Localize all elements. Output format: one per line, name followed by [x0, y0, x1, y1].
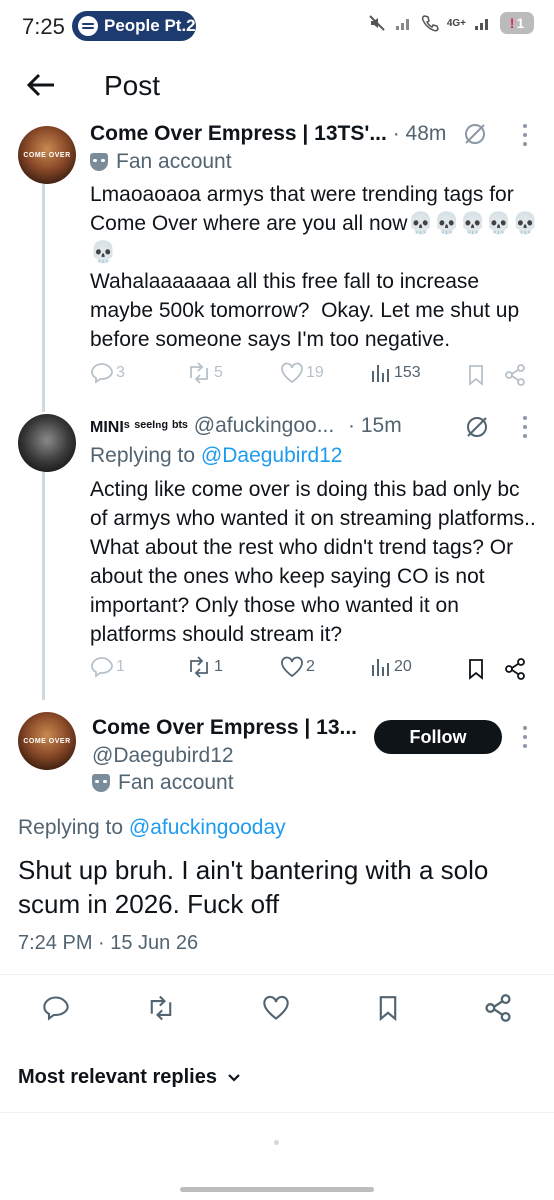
display-name[interactable]: Come Over Empress | 13TS'... [90, 122, 387, 145]
tweet-text: Acting like come over is doing this bad … [90, 478, 536, 646]
like-count: 2 [306, 658, 315, 675]
post-actions [0, 994, 554, 1024]
network-type: 4G+ [446, 17, 466, 29]
fan-account-badge: Fan account [92, 771, 234, 795]
battery-level: 1 [516, 15, 525, 31]
handle[interactable]: @Daegubird12 [92, 744, 234, 767]
follow-button[interactable]: Follow [374, 720, 502, 754]
views-button[interactable]: 20 [370, 656, 412, 678]
like-button[interactable]: 19 [280, 362, 324, 384]
sort-label: Most relevant replies [18, 1066, 217, 1088]
grok-icon[interactable] [464, 414, 490, 440]
avatar[interactable]: COME OVER [18, 126, 76, 184]
main-post-handle: @Daegubird12 [92, 744, 234, 768]
replying-to: Replying to @afuckingooday [18, 816, 286, 840]
avatar[interactable] [18, 414, 76, 472]
display-name[interactable]: Come Over Empress | 13... [92, 716, 357, 739]
app-header: Post [0, 52, 554, 120]
reply-count: 3 [116, 364, 125, 381]
now-playing-pill[interactable]: People Pt.2 [72, 11, 196, 41]
reply-icon [91, 657, 113, 678]
share-icon[interactable] [504, 658, 526, 680]
views-icon [372, 365, 389, 382]
tweet-header: Come Over Empress | 13TS'... · 48m [90, 122, 446, 146]
mask-icon [92, 774, 110, 792]
signal-icon [395, 19, 409, 30]
post-timestamp: 7:24 PM · 15 Jun 26 [18, 932, 199, 954]
avatar-label: COME OVER [23, 738, 71, 745]
tweet-text: Lmaoaoaoa armys that were trending tags … [90, 183, 539, 351]
signal-icon-2 [475, 19, 488, 30]
divider [0, 974, 554, 975]
replying-to: Replying to @Daegubird12 [90, 444, 342, 468]
avatar[interactable]: COME OVER [18, 712, 76, 770]
views-icon [372, 659, 389, 676]
share-icon[interactable] [484, 994, 512, 1022]
call-icon [421, 15, 439, 32]
status-time: 7:25 [22, 14, 65, 39]
now-playing-label: People Pt.2 [104, 16, 196, 35]
reply-icon [91, 363, 113, 384]
bookmark-icon[interactable] [466, 658, 486, 680]
reply-button[interactable]: 1 [90, 656, 125, 678]
repost-icon[interactable] [146, 994, 176, 1022]
bookmark-icon[interactable] [466, 364, 486, 386]
handle[interactable]: @afuckingoo... [194, 414, 334, 437]
reply-count: 1 [116, 658, 125, 675]
like-count: 19 [306, 364, 324, 381]
tweet-time: · 15m [348, 414, 402, 437]
reply-icon[interactable] [42, 994, 70, 1022]
divider [0, 1112, 554, 1113]
repost-button[interactable]: 5 [186, 362, 223, 384]
fan-account-badge: Fan account [90, 150, 232, 174]
post-text: Shut up bruh. I ain't bantering with a s… [18, 855, 489, 919]
repost-button[interactable]: 1 [186, 656, 223, 678]
more-options-icon[interactable] [522, 416, 528, 438]
like-button[interactable]: 2 [280, 656, 315, 678]
mask-icon [90, 153, 108, 171]
status-bar: 7:25 People Pt.2 4G+ ! 1 [0, 0, 554, 52]
badge-label: Fan account [116, 150, 232, 173]
replying-to-link[interactable]: @afuckingooday [129, 816, 286, 839]
thread-connector [42, 184, 45, 412]
badge-label: Fan account [118, 771, 234, 794]
repost-count: 1 [214, 658, 223, 675]
views-button[interactable]: 153 [370, 362, 421, 384]
display-name[interactable]: MINIˢ ˢᵉᵉᴵⁿᵍ ᵇᵗˢ [90, 419, 188, 436]
like-icon [281, 362, 303, 384]
main-post-name: Come Over Empress | 13... [92, 716, 357, 740]
views-count: 153 [394, 364, 421, 381]
avatar-label: COME OVER [23, 152, 71, 159]
bookmark-icon[interactable] [376, 994, 400, 1022]
mute-icon [369, 15, 385, 31]
back-arrow-icon[interactable] [24, 68, 58, 102]
repost-icon [190, 362, 208, 384]
spotify-icon [78, 16, 98, 36]
repost-icon [190, 656, 208, 678]
reply-button[interactable]: 3 [90, 362, 125, 384]
grok-icon[interactable] [462, 121, 488, 147]
more-options-icon[interactable] [522, 726, 528, 748]
tweet-actions: 3 5 19 153 [90, 362, 530, 392]
replies-sort-dropdown[interactable]: Most relevant replies [18, 1066, 241, 1089]
tweet-time: · 48m [392, 122, 447, 145]
thread-connector [42, 472, 45, 700]
replying-prefix: Replying to [18, 816, 124, 839]
tweet-actions: 1 1 2 20 [90, 656, 530, 686]
tweet-header: MINIˢ ˢᵉᵉᴵⁿᵍ ᵇᵗˢ @afuckingoo... · 15m [90, 414, 402, 438]
share-icon[interactable] [504, 364, 526, 386]
replying-to-link[interactable]: @Daegubird12 [201, 444, 343, 467]
like-icon [281, 656, 303, 678]
views-count: 20 [394, 658, 412, 675]
battery-icon: ! 1 [500, 12, 534, 34]
status-icons: 4G+ ! 1 [367, 12, 534, 34]
page-title: Post [104, 70, 161, 101]
home-indicator[interactable] [180, 1187, 374, 1192]
more-options-icon[interactable] [522, 124, 528, 146]
loading-dot [274, 1140, 279, 1145]
chevron-down-icon [228, 1073, 240, 1082]
like-icon[interactable] [262, 994, 290, 1022]
repost-count: 5 [214, 364, 223, 381]
replying-prefix: Replying to [90, 444, 196, 467]
